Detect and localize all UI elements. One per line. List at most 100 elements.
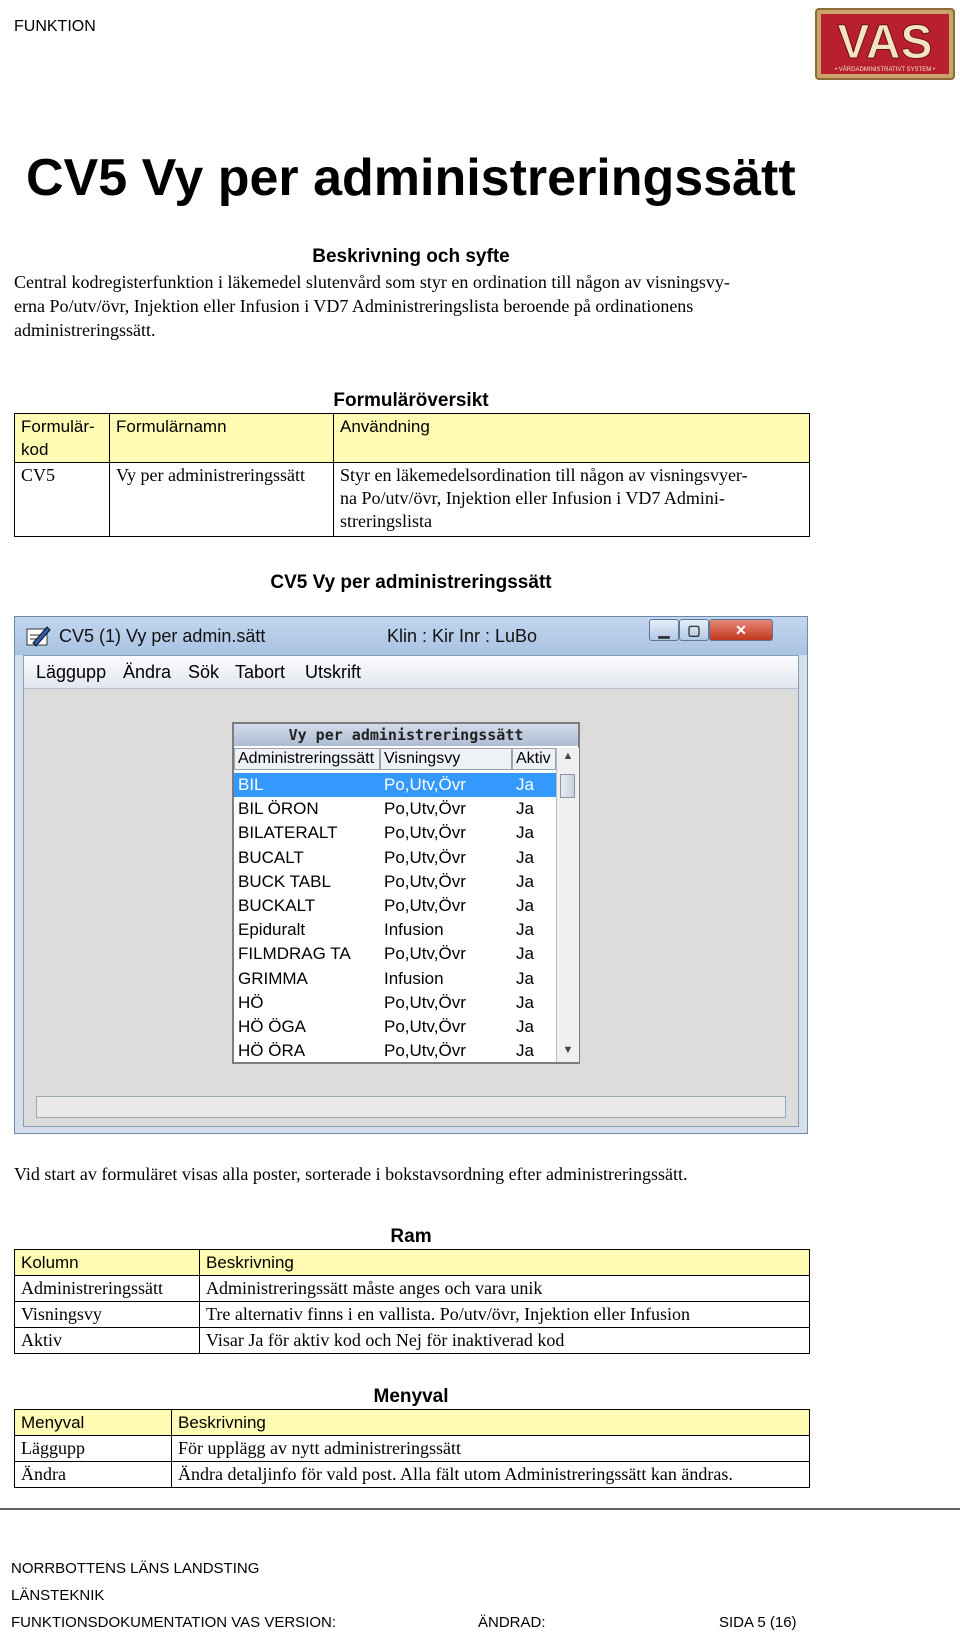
- ram-description: Tre alternativ finns i en vallista. Po/u…: [199, 1301, 810, 1328]
- cell-visningsvy: Po,Utv,Övr: [384, 775, 466, 794]
- menyval-name: Läggupp: [14, 1435, 172, 1462]
- note-text: Vid start av formuläret visas alla poste…: [14, 1164, 688, 1184]
- col-header-administreringssatt[interactable]: Administreringssätt: [234, 748, 380, 770]
- vas-logo: VAS • VÅRDADMINISTRATIVT SYSTEM •: [815, 8, 955, 80]
- svg-text:VAS: VAS: [837, 16, 932, 69]
- cell-administreringssatt: BUCALT: [238, 847, 304, 867]
- grid-row[interactable]: BILATERALT Po,Utv,Övr Ja: [234, 821, 556, 845]
- ram-description: Administreringssätt måste anges och vara…: [199, 1275, 810, 1302]
- cell-visningsvy: Po,Utv,Övr: [384, 799, 466, 819]
- menu-item-andra[interactable]: Ändra: [123, 662, 171, 683]
- cell-aktiv: Ja: [516, 823, 534, 843]
- table-row: Ändra Ändra detaljinfo för vald post. Al…: [14, 1461, 810, 1488]
- ram-heading: Ram: [390, 1226, 432, 1247]
- cell-visningsvy: Po,Utv,Övr: [384, 992, 466, 1012]
- cell-administreringssatt: BILATERALT: [238, 823, 338, 843]
- header-label: FUNKTION: [14, 18, 96, 35]
- window-titlebar[interactable]: CV5 (1) Vy per admin.sätt Klin : Kir Inr…: [15, 617, 807, 655]
- menu-item-laggupp[interactable]: Läggupp: [36, 662, 106, 683]
- status-bar: [36, 1096, 786, 1118]
- cell-administreringssatt: BUCKALT: [238, 895, 316, 915]
- grid-row[interactable]: GRIMMA Infusion Ja: [234, 967, 556, 991]
- cell-aktiv: Ja: [516, 992, 534, 1012]
- grid-row[interactable]: HÖ ÖRA Po,Utv,Övr Ja: [234, 1039, 556, 1063]
- maximize-button[interactable]: ▢: [679, 619, 709, 641]
- menyval-name: Ändra: [14, 1461, 172, 1488]
- ram-column: Visningsvy: [14, 1301, 200, 1328]
- app-window: CV5 (1) Vy per admin.sätt Klin : Kir Inr…: [14, 616, 808, 1134]
- data-grid: Vy per administreringssätt Administrerin…: [232, 722, 580, 1064]
- cell-administreringssatt: BIL ÖRON: [238, 799, 319, 819]
- overview-heading: Formuläröversikt: [333, 390, 489, 411]
- table-row: Visningsvy Tre alternativ finns i en val…: [14, 1301, 810, 1328]
- grid-row[interactable]: HÖ Po,Utv,Övr Ja: [234, 991, 556, 1015]
- menyval-description: För upplägg av nytt administreringssätt: [171, 1435, 810, 1462]
- description-line: Central kodregisterfunktion i läkemedel …: [14, 272, 730, 292]
- ram-table: Kolumn Beskrivning Administreringssätt A…: [14, 1249, 810, 1354]
- window-title: CV5 (1) Vy per admin.sätt: [59, 626, 266, 646]
- description-heading: Beskrivning och syfte: [312, 246, 510, 267]
- cell-administreringssatt: Epiduralt: [238, 920, 306, 940]
- cell-visningsvy: Po,Utv,Övr: [384, 847, 466, 867]
- description-line: erna Po/utv/övr, Injektion eller Infusio…: [14, 296, 694, 316]
- cell-aktiv: Ja: [516, 847, 534, 867]
- cell-aktiv: Ja: [516, 799, 534, 819]
- col-header-beskrivning: Beskrivning: [171, 1409, 810, 1436]
- cell-aktiv: Ja: [516, 1016, 534, 1036]
- scroll-up-icon[interactable]: ▲: [557, 750, 579, 762]
- scroll-down-icon[interactable]: ▼: [557, 1044, 579, 1056]
- cell-aktiv: Ja: [516, 968, 534, 988]
- overview-table: Formulär-kod Formulärnamn Användning CV5…: [14, 413, 810, 537]
- form-usage: Styr en läkemedelsordination till någon …: [333, 462, 810, 537]
- menu-item-sok[interactable]: Sök: [188, 662, 219, 683]
- close-button[interactable]: ✕: [709, 619, 773, 641]
- form-name: Vy per administreringssätt: [109, 462, 334, 537]
- col-header-menyval: Menyval: [14, 1409, 172, 1436]
- menu-item-tabort[interactable]: Tabort: [235, 662, 285, 683]
- col-header-visningsvy[interactable]: Visningsvy: [380, 748, 512, 770]
- grid-row[interactable]: BUCK TABL Po,Utv,Övr Ja: [234, 870, 556, 894]
- grid-row[interactable]: Epiduralt Infusion Ja: [234, 918, 556, 942]
- col-header-usage: Användning: [333, 413, 810, 463]
- usage-line: Styr en läkemedelsordination till någon …: [340, 465, 748, 485]
- cell-visningsvy: Infusion: [384, 968, 444, 988]
- grid-row[interactable]: BUCKALT Po,Utv,Övr Ja: [234, 894, 556, 918]
- grid-row[interactable]: BUCALT Po,Utv,Övr Ja: [234, 846, 556, 870]
- grid-row[interactable]: FILMDRAG TA Po,Utv,Övr Ja: [234, 942, 556, 966]
- description-text: Central kodregisterfunktion i läkemedel …: [14, 270, 824, 342]
- cell-administreringssatt: GRIMMA: [238, 968, 308, 988]
- cell-visningsvy: Infusion: [384, 920, 444, 940]
- usage-line: streringslista: [340, 511, 432, 531]
- minimize-button[interactable]: ▁: [649, 619, 679, 641]
- cell-aktiv: Ja: [516, 775, 534, 794]
- cell-visningsvy: Po,Utv,Övr: [384, 823, 466, 843]
- col-header-code: Formulär-kod: [14, 413, 110, 463]
- cell-aktiv: Ja: [516, 895, 534, 915]
- grid-row[interactable]: HÖ ÖGA Po,Utv,Övr Ja: [234, 1015, 556, 1039]
- menu-item-utskrift[interactable]: Utskrift: [305, 662, 361, 683]
- cell-aktiv: Ja: [516, 944, 534, 964]
- page-title: CV5 Vy per administreringssätt: [26, 149, 796, 207]
- grid-row[interactable]: BIL Po,Utv,Övr Ja: [234, 773, 556, 798]
- cell-visningsvy: Po,Utv,Övr: [384, 944, 466, 964]
- menyval-table: Menyval Beskrivning Läggupp För upplägg …: [14, 1409, 810, 1488]
- cell-administreringssatt: HÖ ÖRA: [238, 1041, 306, 1061]
- overview-header-row: Formulär-kod Formulärnamn Användning: [14, 413, 810, 463]
- app-icon: [25, 623, 51, 649]
- usage-line: na Po/utv/övr, Injektion eller Infusion …: [340, 488, 725, 508]
- scroll-thumb[interactable]: [560, 774, 575, 798]
- footer-org: NORRBOTTENS LÄNS LANDSTING: [11, 1560, 260, 1577]
- menyval-header-row: Menyval Beskrivning: [14, 1409, 810, 1436]
- footer-doc: FUNKTIONSDOKUMENTATION VAS VERSION:: [11, 1614, 337, 1631]
- col-header-aktiv[interactable]: Aktiv: [512, 748, 556, 770]
- grid-row[interactable]: BIL ÖRON Po,Utv,Övr Ja: [234, 797, 556, 821]
- col-header-name: Formulärnamn: [109, 413, 334, 463]
- cell-aktiv: Ja: [516, 920, 534, 940]
- ram-column: Aktiv: [14, 1327, 200, 1354]
- window-context: Klin : Kir Inr : LuBo: [387, 626, 538, 646]
- vertical-scrollbar[interactable]: ▲ ▼: [556, 748, 579, 1062]
- cell-administreringssatt: FILMDRAG TA: [238, 944, 351, 964]
- cell-administreringssatt: HÖ: [238, 992, 264, 1012]
- description-line: administreringssätt.: [14, 320, 156, 340]
- footer-divider: [0, 1508, 960, 1510]
